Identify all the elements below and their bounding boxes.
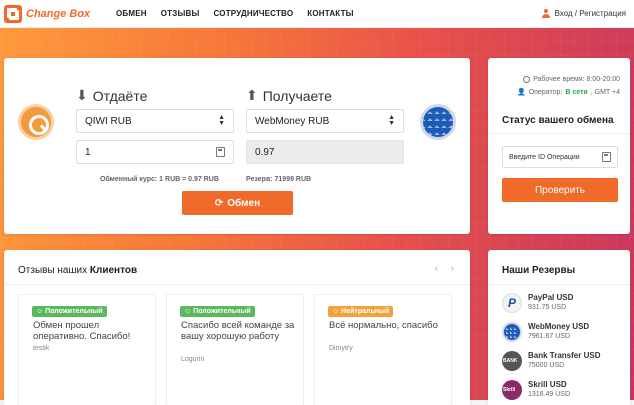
- review-badge-positive: ☺ Положительный: [32, 306, 107, 317]
- work-time-label: Рабочее время: 8:00-20:00: [533, 76, 620, 83]
- select-arrows-icon: ▲ ▼: [388, 114, 395, 127]
- get-title-label: Получаете: [262, 87, 332, 104]
- reserves-card: Наши Резервы PayPal USD 931.75 USD WebMo…: [488, 250, 630, 405]
- get-currency-select[interactable]: WebMoney RUB ▲ ▼: [246, 109, 404, 133]
- reserve-item-paypal: PayPal USD 931.75 USD: [502, 292, 626, 316]
- get-amount-field: 0.97: [246, 140, 404, 164]
- status-title: Статус вашего обмена: [502, 115, 614, 126]
- operator-status: В сети: [565, 88, 588, 96]
- give-title-label: Отдаёте: [92, 87, 148, 104]
- get-amount-value: 0.97: [255, 146, 275, 158]
- user-small-icon: 👤: [516, 89, 526, 96]
- calculator-icon: [602, 152, 611, 162]
- reserve-name: PayPal USD: [528, 293, 574, 302]
- review-text: Спасибо всей команде за вашу хорошую раб…: [181, 320, 295, 342]
- reserve-name: WebMoney USD: [528, 322, 590, 331]
- operator-line: 👤 Оператор: В сети , GMT +4: [516, 88, 620, 97]
- review-badge-label: Положительный: [45, 308, 103, 315]
- reviews-card: Отзывы наших Клиентов ‹ › ☺ Положительны…: [4, 250, 470, 405]
- refresh-icon: ⟳: [214, 197, 224, 209]
- nav-exchange[interactable]: ОБМЕН: [116, 9, 147, 18]
- reserves-title: Наши Резервы: [502, 265, 576, 276]
- check-button[interactable]: Проверить: [502, 178, 618, 202]
- status-card: Рабочее время: 8:00-20:00 👤 Оператор: В …: [488, 58, 630, 234]
- main-nav: ОБМЕН ОТЗЫВЫ СОТРУДНИЧЕСТВО КОНТАКТЫ: [116, 9, 354, 18]
- login-link[interactable]: Вход / Регистрация: [542, 9, 626, 18]
- get-currency-value: WebMoney RUB: [255, 115, 330, 127]
- give-title: ⬇ Отдаёте: [76, 87, 147, 104]
- operation-id-placeholder: Введите ID Операции: [509, 153, 580, 161]
- review-badge-positive: ☺ Положительный: [180, 306, 255, 317]
- review-badge-label: Положительный: [193, 308, 251, 315]
- divider: [488, 133, 630, 134]
- clock-icon: [523, 76, 531, 83]
- smile-icon: ☺: [184, 308, 192, 315]
- timezone-label: , GMT +4: [590, 88, 620, 96]
- login-label: Вход / Регистрация: [554, 9, 626, 18]
- exchange-rate: Обменный курс: 1 RUB = 0.97 RUB: [100, 176, 219, 183]
- webmoney-icon: [420, 104, 456, 140]
- neutral-face-icon: ☺: [332, 308, 340, 315]
- give-amount-value: 1: [85, 146, 91, 158]
- webmoney-icon: [502, 322, 522, 342]
- arrow-down-icon: ⬇: [76, 87, 88, 103]
- reviews-nav: ‹ ›: [435, 263, 454, 275]
- reserve-value: 1316.49 USD: [528, 391, 571, 398]
- chevron-left-icon[interactable]: ‹: [435, 263, 439, 275]
- review-author: testik: [33, 345, 50, 352]
- divider: [4, 284, 470, 285]
- review-text: Обмен прошел оперативно. Спасибо!: [33, 320, 131, 342]
- reserve-item-skrill: Skrill USD 1316.49 USD: [502, 379, 626, 403]
- give-currency-value: QIWI RUB: [85, 115, 132, 127]
- select-arrows-icon: ▲ ▼: [218, 114, 225, 127]
- review-badge-label: Нейтральный: [341, 308, 390, 315]
- reserve-value: 7961.67 USD: [528, 333, 571, 340]
- paypal-icon: [502, 293, 522, 313]
- nav-contacts[interactable]: КОНТАКТЫ: [307, 9, 353, 18]
- user-icon: [542, 9, 551, 18]
- qiwi-icon: [18, 104, 54, 140]
- reserve-item-bank: Bank Transfer USD 75000 USD: [502, 350, 626, 374]
- top-header: Change Box ОБМЕН ОТЗЫВЫ СОТРУДНИЧЕСТВО К…: [0, 0, 634, 28]
- divider: [488, 284, 630, 285]
- review-item: ☺ Нейтральный Всё нормально, спасибо Dim…: [314, 294, 452, 405]
- review-item: ☺ Положительный Спасибо всей команде за …: [166, 294, 304, 405]
- review-badge-neutral: ☺ Нейтральный: [328, 306, 394, 317]
- bank-icon: [502, 351, 522, 371]
- reserve-value: 75000 USD: [528, 362, 565, 369]
- reserve-name: Bank Transfer USD: [528, 351, 601, 360]
- reserve-name: Skrill USD: [528, 380, 567, 389]
- give-currency-select[interactable]: QIWI RUB ▲ ▼: [76, 109, 234, 133]
- review-item: ☺ Положительный Обмен прошел оперативно.…: [18, 294, 156, 405]
- review-author: Logurin: [181, 356, 205, 363]
- reserve-value: 931.75 USD: [528, 304, 567, 311]
- work-time: Рабочее время: 8:00-20:00: [523, 76, 620, 83]
- chevron-right-icon[interactable]: ›: [450, 263, 454, 275]
- nav-partnership[interactable]: СОТРУДНИЧЕСТВО: [214, 9, 294, 18]
- arrow-up-icon: ⬆: [246, 87, 258, 103]
- review-author: Dimytry: [329, 345, 353, 352]
- calculator-icon: [216, 147, 225, 157]
- skrill-icon: [502, 380, 522, 400]
- reviews-title: Отзывы наших Клиентов: [18, 265, 137, 276]
- reviews-title-prefix: Отзывы наших: [18, 265, 88, 276]
- operation-id-input[interactable]: Введите ID Операции: [502, 146, 618, 168]
- exchange-button-label: Обмен: [227, 197, 261, 209]
- reserve-info: Резерв: 71999 RUB: [246, 176, 312, 183]
- logo[interactable]: Change Box: [4, 4, 112, 23]
- reviews-title-bold: Клиентов: [89, 265, 138, 276]
- exchange-button[interactable]: ⟳ Обмен: [182, 191, 293, 215]
- get-title: ⬆ Получаете: [246, 87, 332, 104]
- logo-icon: [4, 4, 22, 23]
- logo-text: Change Box: [26, 7, 91, 20]
- nav-reviews[interactable]: ОТЗЫВЫ: [161, 9, 200, 18]
- smile-icon: ☺: [36, 308, 44, 315]
- give-amount-input[interactable]: 1: [76, 140, 234, 164]
- operator-label: Оператор:: [528, 88, 563, 96]
- reserve-item-webmoney: WebMoney USD 7961.67 USD: [502, 321, 626, 345]
- exchange-card: ⬇ Отдаёте ⬆ Получаете QIWI RUB ▲ ▼ WebMon…: [4, 58, 470, 234]
- review-text: Всё нормально, спасибо: [329, 320, 438, 331]
